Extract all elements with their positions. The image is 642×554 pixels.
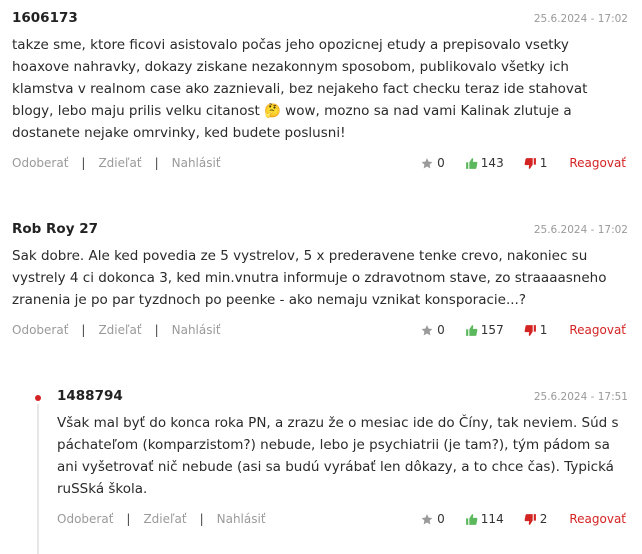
dislike-button[interactable]: 2 bbox=[524, 512, 548, 526]
comment-links: Odoberať | Zdieľať | Nahlásiť bbox=[57, 512, 266, 526]
unfollow-link[interactable]: Odoberať bbox=[12, 156, 68, 170]
separator: | bbox=[126, 512, 131, 526]
comment-author[interactable]: 1488794 bbox=[57, 388, 123, 404]
comment-actions: Odoberať | Zdieľať | Nahlásiť 0 157 1 Re… bbox=[12, 320, 626, 340]
comment-date: 25.6.2024 - 17:51 bbox=[533, 391, 628, 403]
comment-header: 1606173 25.6.2024 - 17:02 bbox=[12, 10, 628, 30]
comment: 1606173 25.6.2024 - 17:02 takze sme, kto… bbox=[12, 10, 628, 173]
separator: | bbox=[81, 156, 86, 170]
like-button[interactable]: 157 bbox=[465, 323, 504, 337]
comment-stats: 0 143 1 Reagovať bbox=[400, 156, 626, 170]
reply-comment: 1488794 25.6.2024 - 17:51 Však mal byť d… bbox=[57, 388, 628, 529]
thread-line bbox=[37, 404, 39, 554]
thumbs-up-icon bbox=[465, 513, 478, 525]
star-icon bbox=[421, 157, 433, 168]
comment-date: 25.6.2024 - 17:02 bbox=[533, 13, 628, 25]
separator: | bbox=[154, 156, 159, 170]
report-link[interactable]: Nahlásiť bbox=[172, 156, 221, 170]
comment-header: Rob Roy 27 25.6.2024 - 17:02 bbox=[12, 221, 628, 241]
dislike-count: 1 bbox=[539, 323, 548, 337]
like-count: 143 bbox=[480, 156, 504, 170]
comment-header: 1488794 25.6.2024 - 17:51 bbox=[57, 388, 628, 408]
separator: | bbox=[199, 512, 204, 526]
dislike-count: 1 bbox=[539, 156, 548, 170]
star-count: 0 bbox=[437, 323, 445, 337]
comment-author[interactable]: 1606173 bbox=[12, 10, 78, 26]
share-link[interactable]: Zdieľať bbox=[143, 512, 186, 526]
thumbs-up-icon bbox=[465, 324, 478, 336]
separator: | bbox=[81, 323, 86, 337]
thread-dot bbox=[35, 395, 41, 401]
star-icon bbox=[421, 513, 433, 524]
separator: | bbox=[154, 323, 159, 337]
star-rating[interactable]: 0 bbox=[420, 512, 445, 526]
comment-actions: Odoberať | Zdieľať | Nahlásiť 0 143 1 Re… bbox=[12, 153, 626, 173]
comment: Rob Roy 27 25.6.2024 - 17:02 Sak dobre. … bbox=[12, 221, 628, 340]
comment-actions: Odoberať | Zdieľať | Nahlásiť 0 114 2 Re… bbox=[57, 509, 626, 529]
share-link[interactable]: Zdieľať bbox=[98, 156, 141, 170]
like-count: 157 bbox=[480, 323, 504, 337]
dislike-button[interactable]: 1 bbox=[524, 156, 548, 170]
reply-button[interactable]: Reagovať bbox=[569, 156, 626, 170]
comment-text: Sak dobre. Ale ked povedia ze 5 vystrelo… bbox=[12, 248, 607, 308]
like-count: 114 bbox=[480, 512, 504, 526]
star-rating[interactable]: 0 bbox=[420, 323, 445, 337]
comment-author[interactable]: Rob Roy 27 bbox=[12, 221, 98, 237]
unfollow-link[interactable]: Odoberať bbox=[12, 323, 68, 337]
comment-links: Odoberať | Zdieľať | Nahlásiť bbox=[12, 156, 221, 170]
report-link[interactable]: Nahlásiť bbox=[217, 512, 266, 526]
star-icon bbox=[421, 324, 433, 335]
comment-stats: 0 157 1 Reagovať bbox=[400, 323, 626, 337]
comment-text: Však mal byť do konca roka PN, a zrazu ž… bbox=[57, 415, 619, 497]
comment-links: Odoberať | Zdieľať | Nahlásiť bbox=[12, 323, 221, 337]
dislike-button[interactable]: 1 bbox=[524, 323, 548, 337]
thumbs-down-icon bbox=[524, 513, 536, 525]
star-rating[interactable]: 0 bbox=[420, 156, 445, 170]
reply-button[interactable]: Reagovať bbox=[569, 512, 626, 526]
comment-stats: 0 114 2 Reagovať bbox=[400, 512, 626, 526]
share-link[interactable]: Zdieľať bbox=[98, 323, 141, 337]
unfollow-link[interactable]: Odoberať bbox=[57, 512, 113, 526]
star-count: 0 bbox=[437, 156, 445, 170]
like-button[interactable]: 143 bbox=[465, 156, 504, 170]
like-button[interactable]: 114 bbox=[465, 512, 504, 526]
thumbs-down-icon bbox=[524, 324, 536, 336]
reply-button[interactable]: Reagovať bbox=[569, 323, 626, 337]
star-count: 0 bbox=[437, 512, 445, 526]
report-link[interactable]: Nahlásiť bbox=[172, 323, 221, 337]
thumbs-up-icon bbox=[465, 157, 478, 169]
thumbs-down-icon bbox=[524, 157, 536, 169]
comment-date: 25.6.2024 - 17:02 bbox=[533, 224, 628, 236]
dislike-count: 2 bbox=[539, 512, 548, 526]
comment-text: takze sme, ktore ficovi asistovalo počas… bbox=[12, 37, 588, 141]
